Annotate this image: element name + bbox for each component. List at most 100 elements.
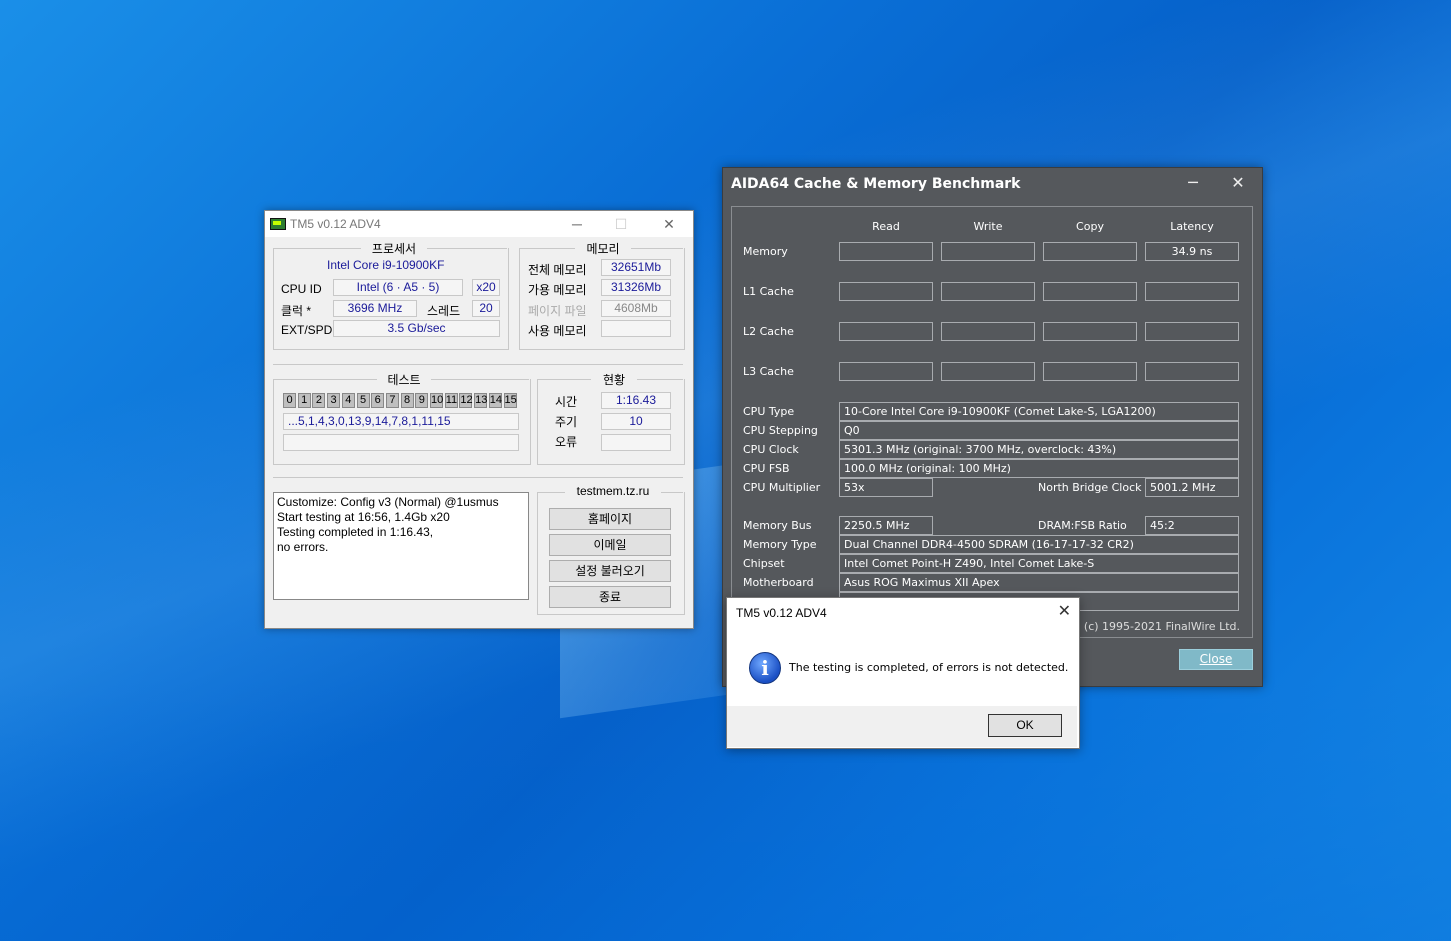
row-l3-label: L3 Cache: [743, 365, 794, 378]
cpuid-label: CPU ID: [281, 282, 322, 296]
clock-label: 클럭 *: [281, 304, 312, 318]
l2-copy: [1043, 322, 1137, 341]
available-memory-field: 31326Mb: [601, 279, 671, 296]
test-cell: 0: [283, 393, 296, 408]
test-cell: 15: [503, 393, 517, 408]
aida-title: AIDA64 Cache & Memory Benchmark: [731, 176, 1021, 192]
tm5-window: TM5 v0.12 ADV4 ─ ☐ ✕ 프로세서 Intel Core i9-…: [264, 210, 694, 629]
pagefile-label: 페이지 파일: [528, 304, 587, 318]
l2-read: [839, 322, 933, 341]
memory-read: [839, 242, 933, 261]
minimize-icon[interactable]: ─: [1173, 170, 1213, 196]
cpu-fsb-field: 100.0 MHz (original: 100 MHz): [839, 459, 1239, 478]
close-icon[interactable]: ✕: [1058, 601, 1071, 621]
minimize-icon[interactable]: ─: [561, 213, 593, 235]
log-textarea[interactable]: Customize: Config v3 (Normal) @1usmus St…: [273, 492, 529, 600]
separator: [273, 477, 683, 478]
chipset-field: Intel Comet Point-H Z490, Intel Comet La…: [839, 554, 1239, 573]
log-line: Testing completed in 1:16.43,: [277, 525, 434, 539]
error-label: 오류: [555, 435, 578, 449]
l3-copy: [1043, 362, 1137, 381]
close-button[interactable]: Close: [1179, 649, 1253, 670]
ext-field: 3.5 Gb/sec: [333, 320, 500, 337]
test-cell: 5: [356, 393, 370, 408]
time-field: 1:16.43: [601, 392, 671, 409]
l2-write: [941, 322, 1035, 341]
dram-ratio-label: DRAM:FSB Ratio: [1038, 519, 1127, 532]
l1-latency: [1145, 282, 1239, 301]
test-sequence-field: ...5,1,4,3,0,13,9,14,7,8,1,11,15: [283, 413, 519, 430]
cpu-multiplier-label: CPU Multiplier: [743, 481, 821, 494]
dialog-message: The testing is completed, of errors is n…: [789, 661, 1069, 674]
motherboard-label: Motherboard: [743, 576, 814, 589]
available-memory-label: 가용 메모리: [528, 283, 587, 297]
memory-type-label: Memory Type: [743, 538, 817, 551]
threads-field: 20: [472, 300, 500, 317]
l3-latency: [1145, 362, 1239, 381]
log-line: no errors.: [277, 540, 329, 554]
time-label: 시간: [555, 395, 578, 409]
l3-read: [839, 362, 933, 381]
cycle-field: 10: [601, 413, 671, 430]
l3-write: [941, 362, 1035, 381]
status-group-title: 현황: [591, 371, 637, 388]
header-write: Write: [973, 220, 1003, 233]
memory-group-title: 메모리: [575, 240, 631, 257]
header-read: Read: [872, 220, 900, 233]
row-l2-label: L2 Cache: [743, 325, 794, 338]
ext-label: EXT/SPD: [281, 323, 333, 337]
used-memory-field: [601, 320, 671, 337]
l1-copy: [1043, 282, 1137, 301]
pagefile-field: 4608Mb: [601, 300, 671, 317]
multiplier-field: x20: [472, 279, 500, 296]
cpu-type-label: CPU Type: [743, 405, 795, 418]
ok-button[interactable]: OK: [988, 714, 1062, 737]
test-cell: 14: [488, 393, 503, 408]
homepage-button[interactable]: 홈페이지: [549, 508, 671, 530]
test-cell: 4: [341, 393, 355, 408]
l1-write: [941, 282, 1035, 301]
total-memory-label: 전체 메모리: [528, 263, 587, 277]
email-button[interactable]: 이메일: [549, 534, 671, 556]
close-icon[interactable]: ✕: [1218, 170, 1258, 196]
row-memory-label: Memory: [743, 245, 788, 258]
header-latency: Latency: [1170, 220, 1214, 233]
dialog-button-bar: OK: [727, 706, 1077, 747]
test-cell: 11: [444, 393, 458, 408]
info-icon: i: [749, 652, 781, 684]
tm5-titlebar[interactable]: TM5 v0.12 ADV4 ─ ☐ ✕: [265, 211, 693, 237]
cycle-label: 주기: [555, 415, 578, 429]
cpu-stepping-field: Q0: [839, 421, 1239, 440]
log-line: Start testing at 16:56, 1.4Gb x20: [277, 510, 450, 524]
exit-button[interactable]: 종료: [549, 586, 671, 608]
memory-type-field: Dual Channel DDR4-4500 SDRAM (16-17-17-3…: [839, 535, 1239, 554]
memory-copy: [1043, 242, 1137, 261]
copyright-footer: 64 (c) 1995-2021 FinalWire Ltd.: [1066, 620, 1240, 633]
l1-read: [839, 282, 933, 301]
close-icon[interactable]: ✕: [653, 213, 685, 235]
cpuid-field: Intel (6 · A5 · 5): [333, 279, 463, 296]
test-cell: 7: [385, 393, 399, 408]
processor-group-title: 프로세서: [361, 240, 427, 257]
memory-bus-label: Memory Bus: [743, 519, 812, 532]
cpu-fsb-label: CPU FSB: [743, 462, 790, 475]
cpu-multiplier-field: 53x: [839, 478, 933, 497]
test-cell: 1: [297, 393, 311, 408]
total-memory-field: 32651Mb: [601, 259, 671, 276]
memory-latency: 34.9 ns: [1145, 242, 1239, 261]
test-cell: 2: [312, 393, 326, 408]
cpu-clock-label: CPU Clock: [743, 443, 799, 456]
used-memory-label: 사용 메모리: [528, 324, 587, 338]
test-progress-field: [283, 434, 519, 451]
error-field: [601, 434, 671, 451]
site-title: testmem.tz.ru: [565, 484, 661, 498]
load-config-button[interactable]: 설정 불러오기: [549, 560, 671, 582]
threads-label: 스레드: [427, 304, 461, 318]
chipset-label: Chipset: [743, 557, 785, 570]
dialog-title: TM5 v0.12 ADV4: [736, 606, 827, 620]
test-cell: 9: [415, 393, 429, 408]
memory-chip-icon: [270, 218, 286, 230]
cpu-type-field: 10-Core Intel Core i9-10900KF (Comet Lak…: [839, 402, 1239, 421]
l2-latency: [1145, 322, 1239, 341]
cpu-clock-field: 5301.3 MHz (original: 3700 MHz, overcloc…: [839, 440, 1239, 459]
